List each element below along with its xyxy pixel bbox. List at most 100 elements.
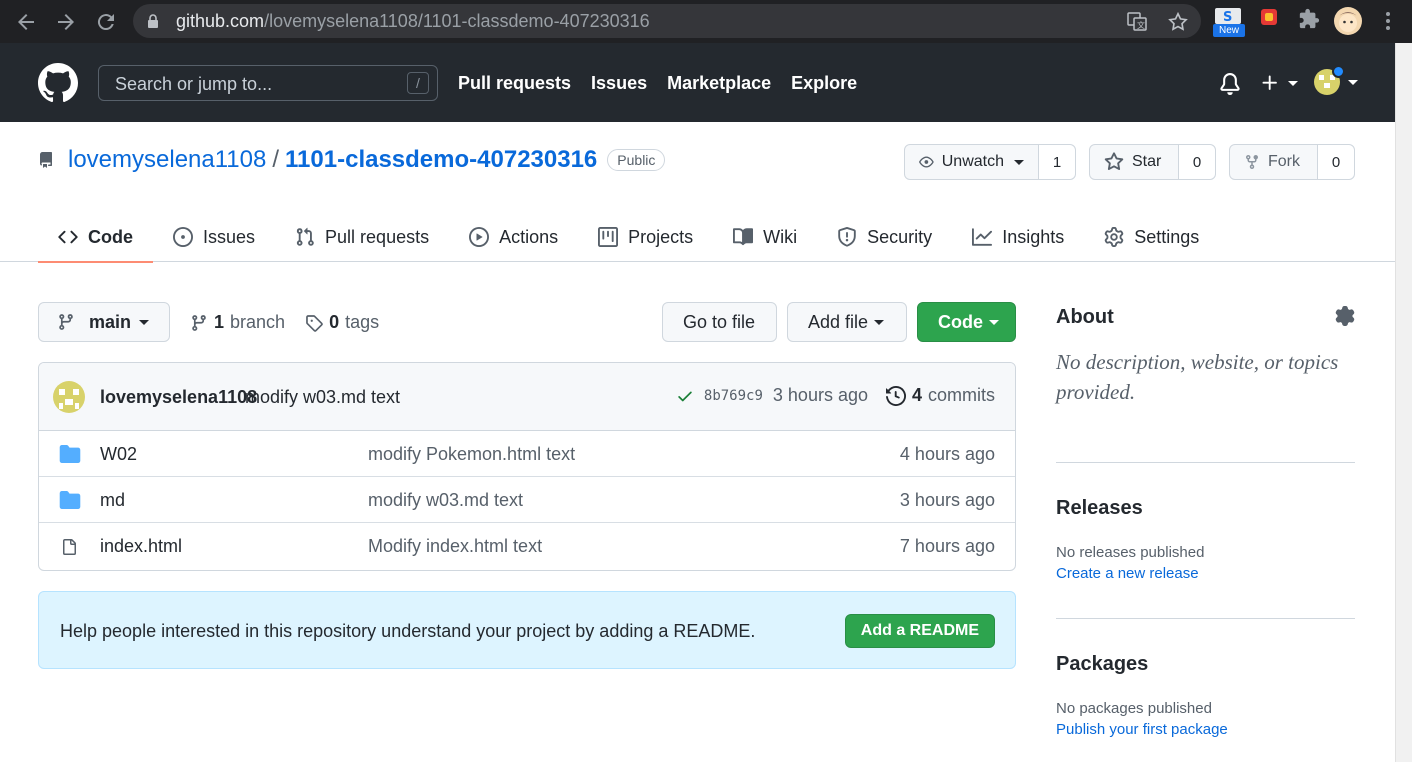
tab-pull-requests[interactable]: Pull requests xyxy=(275,212,449,262)
tag-count: 0 xyxy=(329,312,340,332)
translate-icon[interactable]: 文 xyxy=(1127,11,1147,31)
releases-empty-text: No releases published xyxy=(1056,544,1205,561)
new-badge: New xyxy=(1213,24,1245,37)
search-placeholder: Search or jump to... xyxy=(115,74,273,94)
chevron-down-icon xyxy=(874,319,885,325)
nav-explore[interactable]: Explore xyxy=(791,73,857,94)
graph-icon xyxy=(972,228,993,246)
repo-tabs: Code Issues Pull requests Actions Projec… xyxy=(38,212,1219,263)
star-label: Star xyxy=(1132,153,1162,170)
extension-color-icon[interactable] xyxy=(1260,8,1278,26)
fork-count[interactable]: 0 xyxy=(1318,145,1354,179)
releases-title[interactable]: Releases xyxy=(1056,497,1355,520)
file-row: md modify w03.md text 3 hours ago xyxy=(39,477,1015,523)
reload-icon[interactable] xyxy=(94,10,118,34)
star-button[interactable]: Star xyxy=(1090,145,1179,179)
svg-text:文: 文 xyxy=(1137,20,1145,30)
commit-author[interactable]: lovemyselena1108 xyxy=(100,387,257,408)
tab-security-label: Security xyxy=(867,226,933,247)
file-age: 4 hours ago xyxy=(899,444,995,464)
project-icon xyxy=(598,227,619,247)
github-logo-icon[interactable] xyxy=(38,63,78,103)
notification-dot xyxy=(1332,65,1345,78)
browser-menu-icon[interactable] xyxy=(1380,11,1396,31)
latest-commit-bar: lovemyselena1108 modify w03.md text 8b76… xyxy=(39,363,1015,431)
watch-button-group: Unwatch 1 xyxy=(904,144,1076,180)
go-to-file-button[interactable]: Go to file xyxy=(662,302,777,342)
gear-icon[interactable] xyxy=(1335,306,1355,326)
star-count[interactable]: 0 xyxy=(1179,145,1215,179)
add-file-button[interactable]: Add file xyxy=(787,302,907,342)
profile-avatar[interactable] xyxy=(1334,7,1362,35)
code-button[interactable]: Code xyxy=(917,302,1016,342)
back-icon[interactable] xyxy=(14,10,38,34)
repo-owner-link[interactable]: lovemyselena1108 xyxy=(68,146,266,174)
github-header: Search or jump to... / Pull requests Iss… xyxy=(0,43,1395,122)
svg-text:S: S xyxy=(1223,10,1232,24)
file-name[interactable]: md xyxy=(100,490,125,511)
file-commit-message[interactable]: modify w03.md text xyxy=(368,490,523,511)
publish-package-link[interactable]: Publish your first package xyxy=(1056,721,1228,738)
extension-s-icon[interactable]: S xyxy=(1215,8,1241,24)
star-button-group: Star 0 xyxy=(1089,144,1216,180)
gear-icon xyxy=(1104,227,1124,247)
forward-icon[interactable] xyxy=(54,10,78,34)
tab-insights-label: Insights xyxy=(1002,226,1065,247)
tab-wiki[interactable]: Wiki xyxy=(713,212,817,262)
address-bar[interactable]: github.com/lovemyselena1108/1101-classde… xyxy=(133,4,1201,38)
play-icon xyxy=(469,227,490,247)
eye-icon xyxy=(919,156,934,168)
commits-link[interactable]: 4 commits xyxy=(885,385,995,406)
star-icon xyxy=(1104,152,1124,171)
about-title: About xyxy=(1056,306,1114,328)
identicon-icon xyxy=(59,389,79,409)
search-input[interactable]: Search or jump to... / xyxy=(98,65,438,101)
create-release-link[interactable]: Create a new release xyxy=(1056,565,1199,582)
nav-issues[interactable]: Issues xyxy=(591,73,647,94)
commit-message[interactable]: modify w03.md text xyxy=(245,387,400,408)
tab-issues[interactable]: Issues xyxy=(153,212,275,262)
file-name[interactable]: index.html xyxy=(100,536,182,557)
unwatch-button[interactable]: Unwatch xyxy=(905,145,1039,179)
bookmark-star-icon[interactable] xyxy=(1167,11,1189,33)
notification-bell-icon[interactable] xyxy=(1219,73,1241,95)
tab-code[interactable]: Code xyxy=(38,212,153,263)
file-row: W02 modify Pokemon.html text 4 hours ago xyxy=(39,431,1015,477)
tab-settings[interactable]: Settings xyxy=(1084,212,1219,262)
file-listing: lovemyselena1108 modify w03.md text 8b76… xyxy=(38,362,1016,571)
branches-link[interactable]: 1 branch xyxy=(190,312,285,333)
fork-label: Fork xyxy=(1268,153,1300,170)
create-new-menu[interactable] xyxy=(1260,73,1298,93)
user-menu[interactable] xyxy=(1314,65,1358,95)
tab-security[interactable]: Security xyxy=(817,212,952,262)
commit-details: 8b769c9 3 hours ago 4 commits xyxy=(676,385,995,406)
chevron-down-icon xyxy=(1348,79,1358,85)
add-readme-button[interactable]: Add a README xyxy=(844,614,995,648)
nav-pull-requests[interactable]: Pull requests xyxy=(458,73,571,94)
fork-button-group: Fork 0 xyxy=(1229,144,1355,180)
tab-insights[interactable]: Insights xyxy=(952,212,1084,262)
file-commit-message[interactable]: modify Pokemon.html text xyxy=(368,444,575,465)
file-name[interactable]: W02 xyxy=(100,444,137,465)
commit-sha[interactable]: 8b769c9 xyxy=(704,388,763,404)
packages-section: Packages No packages published Publish y… xyxy=(1056,653,1355,739)
code-icon xyxy=(58,230,78,244)
branch-select-button[interactable]: main xyxy=(38,302,170,342)
check-icon[interactable] xyxy=(676,387,694,405)
packages-title[interactable]: Packages xyxy=(1056,653,1355,676)
profile-face-icon xyxy=(1338,12,1358,32)
repo-name-link[interactable]: 1101-classdemo-407230316 xyxy=(285,146,597,174)
extensions-puzzle-icon[interactable] xyxy=(1298,8,1320,30)
tab-actions[interactable]: Actions xyxy=(449,212,578,262)
tab-projects[interactable]: Projects xyxy=(578,212,713,262)
file-commit-message[interactable]: Modify index.html text xyxy=(368,536,542,557)
add-file-label: Add file xyxy=(808,311,869,332)
tags-link[interactable]: 0 tags xyxy=(305,312,379,333)
page-scrollbar[interactable] xyxy=(1395,43,1412,762)
readme-prompt-text: Help people interested in this repositor… xyxy=(60,621,756,641)
fork-button[interactable]: Fork xyxy=(1230,145,1318,179)
author-avatar[interactable] xyxy=(53,381,85,413)
commit-count: 4 xyxy=(911,385,922,405)
nav-marketplace[interactable]: Marketplace xyxy=(667,73,771,94)
watch-count[interactable]: 1 xyxy=(1039,145,1075,179)
